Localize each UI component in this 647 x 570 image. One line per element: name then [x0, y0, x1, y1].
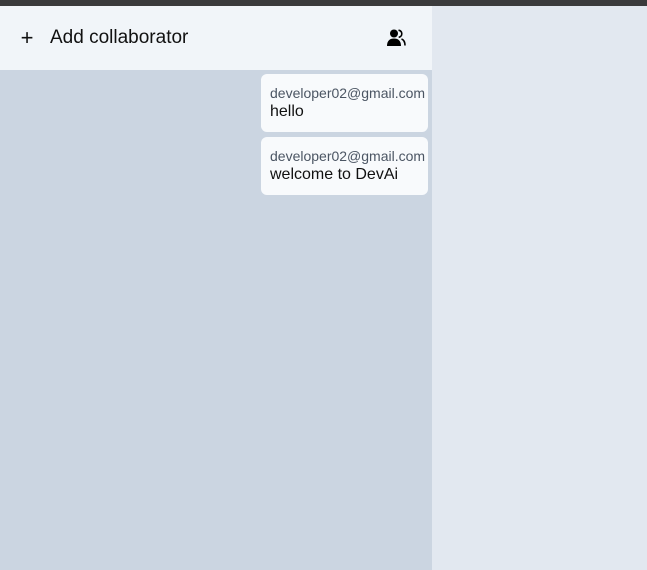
message-sender: developer02@gmail.com	[270, 85, 426, 101]
message-bubble: developer02@gmail.com hello	[261, 74, 428, 132]
side-panel	[432, 6, 647, 570]
chat-panel: + Add collaborator developer02@gmail.com…	[0, 6, 432, 570]
add-collaborator-label: Add collaborator	[50, 27, 189, 48]
message-bubble: developer02@gmail.com welcome to DevAi	[261, 137, 428, 195]
message-sender: developer02@gmail.com	[270, 148, 426, 164]
chat-header: + Add collaborator	[0, 6, 432, 70]
message-text: welcome to DevAi	[270, 166, 399, 183]
users-icon[interactable]	[386, 28, 406, 48]
add-collaborator-button[interactable]: + Add collaborator	[20, 25, 189, 50]
plus-icon: +	[20, 25, 34, 50]
message-text: hello	[270, 103, 304, 120]
